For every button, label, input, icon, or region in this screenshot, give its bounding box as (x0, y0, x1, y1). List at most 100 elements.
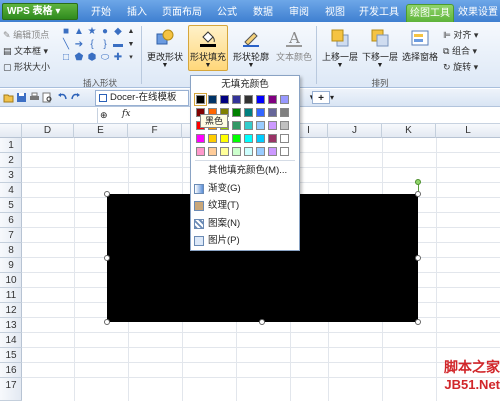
color-swatch[interactable] (280, 108, 289, 117)
color-swatch[interactable] (232, 108, 241, 117)
color-swatch[interactable] (268, 108, 277, 117)
color-swatch[interactable] (280, 121, 289, 130)
row-header[interactable]: 13 (0, 318, 22, 333)
row-header[interactable]: 12 (0, 303, 22, 318)
tab-developer[interactable]: 开发工具 (354, 4, 404, 22)
color-swatch[interactable] (256, 108, 265, 117)
color-swatch[interactable] (208, 147, 217, 156)
tab-drawing-tools[interactable]: 绘图工具 (406, 4, 454, 22)
color-swatch[interactable] (268, 121, 277, 130)
row-header[interactable]: 14 (0, 333, 22, 348)
undo-icon[interactable] (57, 92, 68, 103)
column-header[interactable]: E (74, 124, 128, 138)
color-swatch[interactable] (244, 147, 253, 156)
no-fill-option[interactable]: 无填充颜色 (191, 78, 299, 92)
textbox-button[interactable]: ▤ 文本框 ▾ (3, 44, 48, 57)
tab-effects[interactable]: 效果设置 (456, 4, 500, 22)
color-swatch[interactable] (280, 134, 289, 143)
color-swatch[interactable] (208, 134, 217, 143)
new-tab-plus-icon[interactable]: + (312, 91, 330, 104)
shape-size-button[interactable]: ▢ 形状大小 (3, 60, 50, 73)
tab-data[interactable]: 数据 (246, 4, 280, 22)
color-swatch[interactable] (256, 134, 265, 143)
bracket-shape-icon[interactable]: } (99, 39, 111, 51)
redo-icon[interactable] (70, 92, 81, 103)
group-button[interactable]: ⧉ 组合 ▾ (443, 44, 477, 57)
shape-outline-button[interactable]: 形状轮廓 ▼ (230, 25, 272, 71)
row-header[interactable]: 9 (0, 258, 22, 273)
row-header[interactable]: 15 (0, 348, 22, 363)
row-header[interactable]: 8 (0, 243, 22, 258)
triangle-shape-icon[interactable]: ▲ (73, 26, 85, 38)
text-color-button[interactable]: A 文本颜色 (274, 25, 314, 71)
color-swatch[interactable] (196, 147, 205, 156)
row-header[interactable]: 2 (0, 153, 22, 168)
color-swatch[interactable] (232, 121, 241, 130)
color-swatch[interactable] (208, 95, 217, 104)
column-header[interactable]: K (382, 124, 436, 138)
resize-handle-bottom-right[interactable] (415, 319, 421, 325)
selection-pane-button[interactable]: 选择窗格 (400, 25, 440, 71)
more-shapes-icon[interactable]: ▾ (125, 52, 137, 64)
color-swatch[interactable] (244, 134, 253, 143)
resize-handle-bottom[interactable] (259, 319, 265, 325)
hexagon-shape-icon[interactable]: ⬢ (86, 52, 98, 64)
line-shape-icon[interactable]: ╲ (60, 39, 72, 51)
resize-handle-left[interactable] (104, 255, 110, 261)
rectangle-shape-icon[interactable]: ■ (60, 26, 72, 38)
circle-shape-icon[interactable]: ● (99, 26, 111, 38)
name-box[interactable] (0, 108, 98, 123)
color-swatch[interactable] (280, 147, 289, 156)
more-fill-colors-option[interactable]: 其他填充颜色(M)... (191, 163, 299, 179)
column-header[interactable]: J (328, 124, 382, 138)
gradient-option[interactable]: 渐变(G) (191, 181, 299, 197)
resize-handle-top-right[interactable] (415, 191, 421, 197)
callout-shape-icon[interactable]: ▬ (112, 39, 124, 51)
column-header[interactable]: L (436, 124, 500, 138)
color-swatch[interactable] (268, 95, 277, 104)
select-all-corner[interactable] (0, 124, 22, 138)
color-swatch[interactable] (232, 134, 241, 143)
color-swatch[interactable] (244, 121, 253, 130)
color-swatch[interactable] (244, 95, 253, 104)
color-swatch[interactable] (220, 147, 229, 156)
color-swatch[interactable] (244, 108, 253, 117)
color-swatch[interactable] (232, 147, 241, 156)
bring-forward-button[interactable]: 上移一层 ▼ (320, 25, 360, 71)
scroll-up-icon[interactable]: ▲ (125, 26, 137, 38)
color-swatch[interactable] (268, 134, 277, 143)
row-header[interactable]: 4 (0, 183, 22, 198)
save-icon[interactable] (16, 92, 27, 103)
row-header[interactable]: 11 (0, 288, 22, 303)
rotate-button[interactable]: ↻ 旋转 ▾ (443, 60, 478, 73)
star-shape-icon[interactable]: ★ (86, 26, 98, 38)
color-swatch[interactable] (256, 121, 265, 130)
picture-option[interactable]: 图片(P) (191, 233, 299, 249)
rotation-handle[interactable] (415, 179, 421, 185)
scroll-down-icon[interactable]: ▼ (125, 39, 137, 51)
row-header[interactable]: 16 (0, 363, 22, 378)
open-folder-icon[interactable] (3, 92, 14, 103)
row-header[interactable]: 17 (0, 378, 22, 401)
color-swatch[interactable] (268, 147, 277, 156)
resize-handle-top-left[interactable] (104, 191, 110, 197)
tab-review[interactable]: 审阅 (282, 4, 316, 22)
doc-tab-docer[interactable]: Docer-在线模板 (95, 90, 189, 106)
tab-formula[interactable]: 公式 (210, 4, 244, 22)
color-swatch[interactable] (280, 95, 289, 104)
color-swatch[interactable] (196, 134, 205, 143)
send-backward-button[interactable]: 下移一层 ▼ (360, 25, 400, 71)
square-shape-icon[interactable]: □ (60, 52, 72, 64)
row-header[interactable]: 1 (0, 138, 22, 153)
oval-shape-icon[interactable]: ⬭ (99, 52, 111, 64)
new-tab-menu-chevron-icon[interactable]: ▾ (330, 91, 340, 104)
color-swatch[interactable] (220, 134, 229, 143)
column-header[interactable]: F (128, 124, 182, 138)
align-button[interactable]: ⊫ 对齐 ▾ (443, 28, 478, 41)
edit-points-button[interactable]: ✎ 编辑顶点 (3, 28, 49, 41)
tab-view[interactable]: 视图 (318, 4, 352, 22)
fx-icon[interactable]: fx (122, 109, 130, 119)
shape-fill-button[interactable]: 形状填充 ▼ (188, 25, 228, 71)
row-header[interactable]: 10 (0, 273, 22, 288)
color-swatch[interactable] (232, 95, 241, 104)
